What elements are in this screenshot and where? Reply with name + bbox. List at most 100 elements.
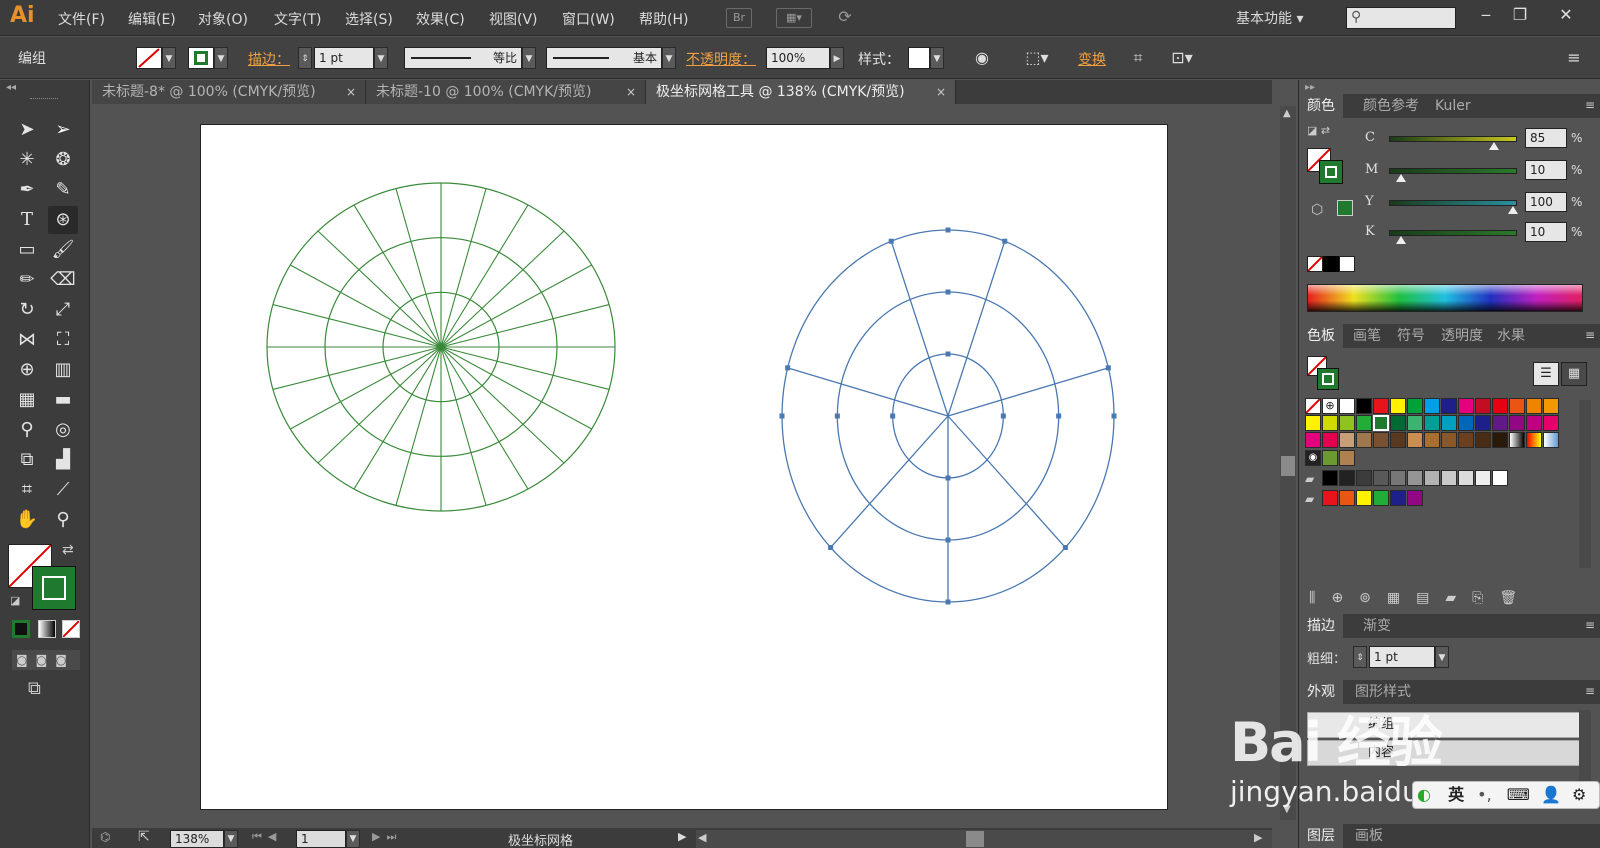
default-colors-icon[interactable]: ◪ ⇄ [1307,124,1330,137]
swatch[interactable] [1322,490,1338,506]
color-spectrum[interactable] [1307,284,1583,312]
swatch-none[interactable] [1305,398,1321,414]
swatch[interactable] [1356,490,1372,506]
fill-swatch[interactable] [136,47,162,69]
anchor-point[interactable] [834,413,840,419]
tab-transparency[interactable]: 透明度 [1433,324,1491,348]
green-grid-divider[interactable] [272,304,442,348]
channel-value-m[interactable]: 10 [1525,160,1567,180]
swatch[interactable] [1322,432,1338,448]
green-grid-divider[interactable] [440,346,529,490]
anchor-point[interactable] [828,545,834,551]
quick-white-swatch[interactable] [1339,256,1355,272]
green-grid-divider[interactable] [272,346,442,390]
anchor-point[interactable] [945,289,951,295]
collapse-panel-icon[interactable]: ◂◂ [6,82,16,93]
menu-window[interactable]: 窗口(W) [562,9,615,29]
brush-definition[interactable]: 基本 [546,47,662,69]
swatch[interactable] [1424,415,1440,431]
blue-grid-divider[interactable] [787,367,949,417]
tab-artboards[interactable]: 画板 [1347,824,1391,848]
tab-polar-grid-tool[interactable]: 极坐标网格工具 @ 138% (CMYK/预览) × [646,80,956,104]
none-mode-icon[interactable] [62,620,80,638]
swatch[interactable] [1441,470,1457,486]
channel-value-y[interactable]: 100 [1525,192,1567,212]
opacity-field[interactable]: 100% [766,47,830,69]
swatch[interactable] [1356,432,1372,448]
channel-value-k[interactable]: 10 [1525,222,1567,242]
list-view-icon[interactable]: ☰ [1533,362,1559,386]
gpu-icon[interactable]: ⌬ [100,830,110,844]
anchor-point[interactable] [1105,365,1111,371]
green-grid-divider[interactable] [317,346,442,464]
zoom-dropdown-icon[interactable]: ▼ [224,830,238,848]
scroll-left-icon[interactable]: ◀ [698,831,706,844]
swatch[interactable] [1407,490,1423,506]
swatch[interactable] [1424,398,1440,414]
horizontal-scrollbar[interactable]: ◀ ▶ [696,830,1272,848]
ime-settings-icon[interactable]: ⚙ [1572,785,1586,804]
quick-none-swatch[interactable] [1307,256,1323,272]
swatch[interactable] [1322,415,1338,431]
swatch[interactable] [1390,490,1406,506]
menu-help[interactable]: 帮助(H) [639,9,688,29]
green-grid-divider[interactable] [440,264,592,348]
artboard-nav-next-icon[interactable]: ▶⏭ [372,830,402,844]
type-tool-icon[interactable]: T [12,206,42,234]
blend-tool-icon[interactable]: ◎ [48,416,78,444]
blue-grid-divider[interactable] [947,415,1066,548]
green-grid-divider[interactable] [440,230,565,348]
artboard[interactable] [200,124,1168,810]
swatch[interactable] [1475,415,1491,431]
web-safe-swatch[interactable] [1337,200,1353,216]
arrange-documents-icon[interactable]: ▦▾ [776,8,812,28]
swatch[interactable] [1492,470,1508,486]
swatch[interactable] [1492,415,1508,431]
opacity-panel-link[interactable]: 不透明度： [686,49,756,69]
swatch[interactable] [1543,415,1559,431]
close-button[interactable]: ✕ [1552,4,1580,26]
swatch[interactable] [1509,398,1525,414]
share-icon[interactable]: ⇱ [138,829,150,845]
pen-tool-icon[interactable]: ✒ [12,176,42,204]
green-grid-divider[interactable] [440,346,592,430]
anchor-point[interactable] [779,413,785,419]
menu-view[interactable]: 视图(V) [489,9,538,29]
eyedropper-tool-icon[interactable]: ⚲ [12,416,42,444]
swatch[interactable] [1458,398,1474,414]
swatch[interactable] [1475,470,1491,486]
blue-grid-divider[interactable] [947,241,1006,417]
anchor-point[interactable] [945,537,951,543]
swatch-scrollbar[interactable] [1579,400,1591,568]
swatch[interactable] [1526,398,1542,414]
channel-value-c[interactable]: 85 [1525,128,1567,148]
artboard-dropdown-icon[interactable]: ▼ [346,830,360,848]
swatch[interactable] [1373,432,1389,448]
swatch[interactable] [1441,415,1457,431]
panel-grip[interactable] [30,98,58,101]
anchor-point[interactable] [1062,545,1068,551]
free-transform-tool-icon[interactable]: ⛶ [48,326,78,354]
stroke-weight-dropdown-icon[interactable]: ▼ [374,47,388,69]
control-panel-menu-icon[interactable]: ≡ [1562,47,1586,69]
stroke-weight-field[interactable]: 1 pt [314,47,374,69]
swatch[interactable] [1424,432,1440,448]
gradient-swatch[interactable] [1526,432,1542,448]
swatch[interactable] [1373,490,1389,506]
swatch[interactable] [1390,415,1406,431]
tab-untitled-8[interactable]: 未标题-8* @ 100% (CMYK/预览) × [92,80,366,104]
panel-stroke-weight-field[interactable]: 1 pt [1369,646,1435,668]
stroke-weight-stepper-icon[interactable]: ⇕ [1353,646,1367,668]
tab-brushes[interactable]: 画笔 [1345,324,1389,348]
ime-keyboard-icon[interactable]: ⌨ [1507,785,1530,804]
tab-swatches[interactable]: 色板 [1299,324,1343,348]
close-tab-icon[interactable]: × [936,80,946,104]
ime-mode-label[interactable]: 英 [1448,785,1464,804]
tab-color[interactable]: 颜色 [1299,94,1343,118]
pattern-swatch-icon[interactable]: ◉ [1305,450,1321,466]
anchor-point[interactable] [945,599,951,605]
recolor-artwork-icon[interactable]: ◉ [970,47,994,69]
swatch[interactable] [1441,432,1457,448]
zoom-tool-icon[interactable]: ⚲ [48,506,78,534]
blue-grid-divider[interactable] [947,367,1109,417]
